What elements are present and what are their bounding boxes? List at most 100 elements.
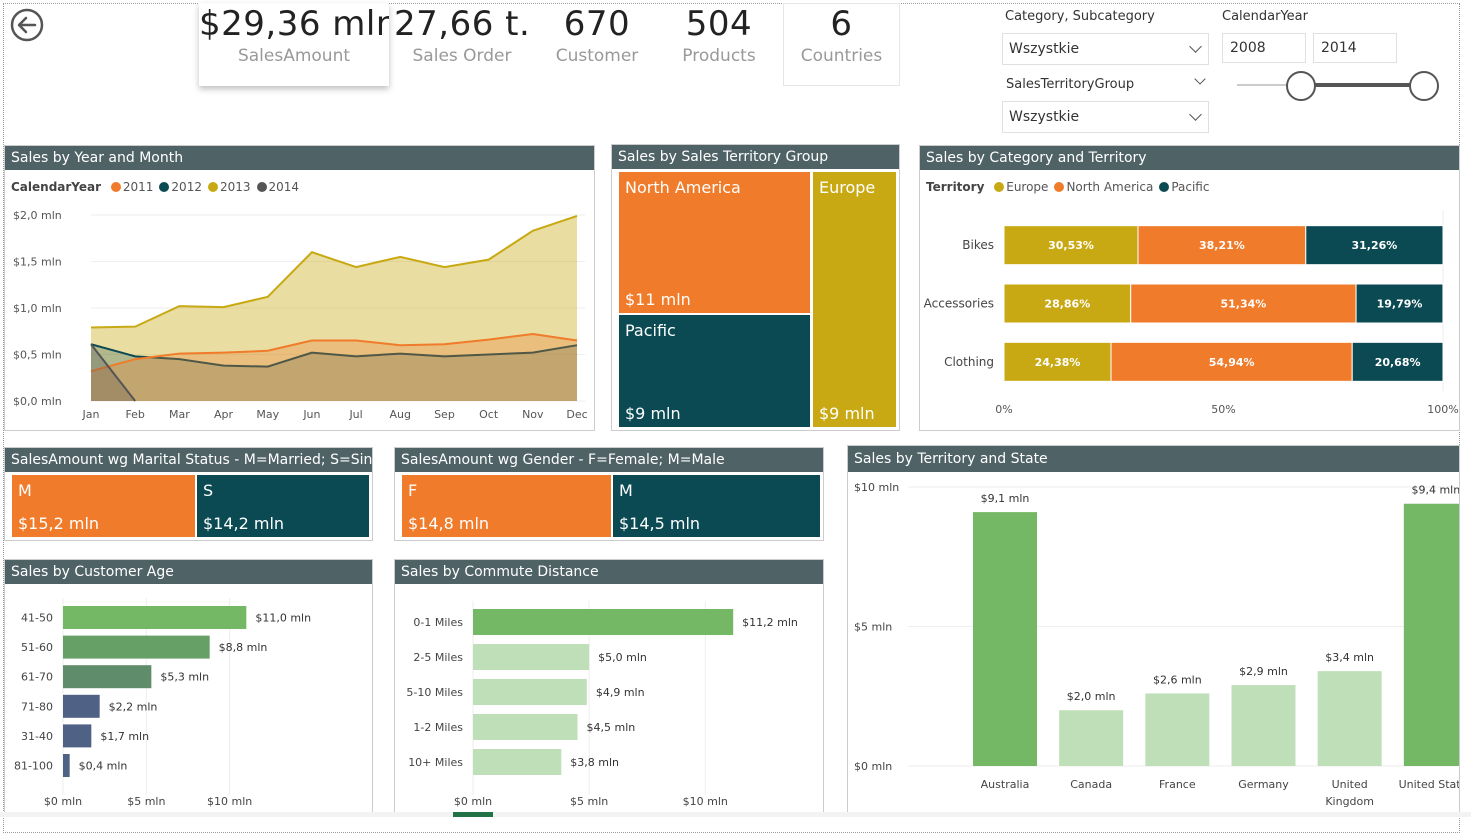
- x-tick-label: $5 mln: [570, 795, 608, 808]
- bar[interactable]: [63, 665, 152, 689]
- legend-swatch: [1054, 182, 1065, 192]
- x-tick-label: $10 mln: [207, 795, 252, 808]
- category-label: 2-5 Miles: [413, 651, 463, 664]
- tile-value: $14,5 mln: [619, 514, 701, 533]
- gender-tile-male[interactable]: M $14,5 mln: [612, 474, 821, 538]
- bar[interactable]: [473, 609, 734, 635]
- panel-title: Sales by Sales Territory Group: [612, 145, 899, 169]
- legend-item-label[interactable]: 2012: [171, 180, 202, 194]
- gender-tile-female[interactable]: F $14,8 mln: [401, 474, 612, 538]
- kpi-label: Countries: [800, 46, 883, 66]
- bar[interactable]: [63, 754, 70, 777]
- bar[interactable]: [63, 635, 210, 659]
- data-label: $11,2 mln: [742, 616, 798, 629]
- legend-title: CalendarYear: [11, 180, 102, 194]
- tile-value: $15,2 mln: [18, 514, 100, 533]
- bar[interactable]: [473, 644, 590, 670]
- year-slider-range: [1300, 83, 1423, 87]
- data-label: $4,9 mln: [596, 686, 645, 699]
- y-tick-label: $1,0 mln: [13, 302, 62, 315]
- legend-item-label[interactable]: 2014: [269, 180, 300, 194]
- active-page-tab[interactable]: [453, 812, 493, 817]
- marital-tile-single[interactable]: S $14,2 mln: [196, 474, 370, 538]
- data-label: 38,21%: [1199, 239, 1245, 252]
- kpi-value: 6: [830, 4, 853, 44]
- category-label: 10+ Miles: [408, 756, 463, 769]
- category-label: 31-40: [21, 730, 53, 743]
- legend-item-label[interactable]: 2011: [123, 180, 154, 194]
- category-label: Clothing: [944, 355, 994, 369]
- x-tick-label: 0%: [995, 403, 1012, 416]
- category-label: Bikes: [962, 238, 994, 252]
- legend-item-label[interactable]: North America: [1066, 180, 1153, 194]
- sales-by-commute-distance-panel: Sales by Commute Distance $0 mln $5 mln $1…: [394, 559, 824, 817]
- commute-distance-bar-chart: $0 mln $5 mln $10 mln 0-1 Miles $11,2 mln 2-5…: [406, 601, 798, 808]
- column[interactable]: [1403, 503, 1459, 766]
- treemap-tile-north-america[interactable]: North America $11 mln: [618, 171, 811, 314]
- legend-swatch: [1159, 182, 1170, 192]
- sales-by-territory-group-panel: Sales by Sales Territory Group North Ame…: [611, 144, 900, 431]
- legend-item-label[interactable]: Pacific: [1171, 180, 1209, 194]
- category-slicer-dropdown[interactable]: Wszystkie: [1002, 33, 1209, 65]
- kpi-label: SalesAmount: [237, 46, 351, 66]
- kpi-value: 670: [563, 4, 631, 44]
- data-label: 20,68%: [1375, 356, 1421, 369]
- territory-state-column-chart: $0 mln $5 mln $10 mln $9,1 mln Australia $2,0…: [854, 481, 1459, 808]
- year-slider-handle-start[interactable]: [1286, 71, 1316, 101]
- panel-title: Sales by Year and Month: [5, 146, 594, 170]
- x-tick-label: Oct: [479, 408, 499, 421]
- legend-item-label[interactable]: Europe: [1006, 180, 1048, 194]
- chevron-down-icon: [1189, 108, 1202, 121]
- treemap-tile-europe[interactable]: Europe $9 mln: [812, 171, 897, 428]
- territory-slicer-label: SalesTerritoryGroup: [1006, 77, 1135, 92]
- bar[interactable]: [473, 714, 578, 740]
- legend-title: Territory: [926, 180, 985, 194]
- x-tick-label: Dec: [566, 408, 587, 421]
- data-label: $2,9 mln: [1239, 665, 1288, 678]
- bar[interactable]: [473, 679, 587, 705]
- marital-tile-married[interactable]: M $15,2 mln: [11, 474, 196, 538]
- bar[interactable]: [63, 724, 92, 748]
- bar[interactable]: [473, 749, 562, 775]
- column[interactable]: [1317, 671, 1382, 766]
- x-tick-label: Sep: [434, 408, 455, 421]
- panel-title: SalesAmount wg Marital Status - M=Marrie…: [5, 448, 372, 472]
- y-tick-label: $0,5 mln: [13, 349, 62, 362]
- panel-title: Sales by Commute Distance: [395, 560, 823, 584]
- bar[interactable]: [63, 694, 100, 718]
- data-label: 51,34%: [1220, 298, 1266, 311]
- y-tick-label: $10 mln: [854, 481, 899, 494]
- legend-item-label[interactable]: 2013: [220, 180, 251, 194]
- bar[interactable]: [63, 606, 247, 629]
- data-label: $9,1 mln: [981, 492, 1030, 505]
- data-label: 31,26%: [1351, 239, 1397, 252]
- sales-by-territory-state-panel: Sales by Territory and State $0 mln $5 ml…: [847, 445, 1460, 817]
- territory-slicer-dropdown[interactable]: Wszystkie: [1002, 101, 1209, 133]
- data-label: $9,4 mln: [1411, 484, 1459, 497]
- panel-title: SalesAmount wg Gender - F=Female; M=Male: [395, 448, 823, 472]
- category-label: 71-80: [21, 700, 53, 713]
- treemap-tile-pacific[interactable]: Pacific $9 mln: [618, 314, 811, 428]
- year-slider-handle-end[interactable]: [1409, 71, 1439, 101]
- year-month-area-chart: $0,0 mln $0,5 mln $1,0 mln $1,5 mln $2,0 mln…: [13, 209, 588, 421]
- column[interactable]: [1231, 685, 1296, 766]
- kpi-sales-order: 27,66 t... Sales Order: [394, 4, 530, 66]
- tile-value: $11 mln: [625, 290, 691, 309]
- x-tick-label: May: [256, 408, 279, 421]
- x-tick-label: 50%: [1211, 403, 1235, 416]
- column[interactable]: [1145, 693, 1210, 766]
- data-label: 19,79%: [1377, 298, 1423, 311]
- kpi-value: 27,66 t...: [394, 4, 530, 44]
- column[interactable]: [973, 512, 1037, 766]
- sales-by-category-territory-panel: Sales by Category and Territory Territor…: [919, 145, 1460, 431]
- legend-swatch: [256, 182, 267, 192]
- category-slicer-label: Category, Subcategory: [1005, 9, 1155, 24]
- back-arrow-icon[interactable]: [9, 7, 45, 43]
- column[interactable]: [1059, 710, 1124, 766]
- tile-name: Pacific: [625, 321, 676, 340]
- kpi-countries: 6 Countries: [783, 4, 900, 66]
- x-tick-label: $0 mln: [44, 795, 82, 808]
- year-to-input[interactable]: 2014: [1313, 33, 1397, 63]
- year-from-input[interactable]: 2008: [1222, 33, 1306, 63]
- data-label: $8,8 mln: [219, 641, 268, 654]
